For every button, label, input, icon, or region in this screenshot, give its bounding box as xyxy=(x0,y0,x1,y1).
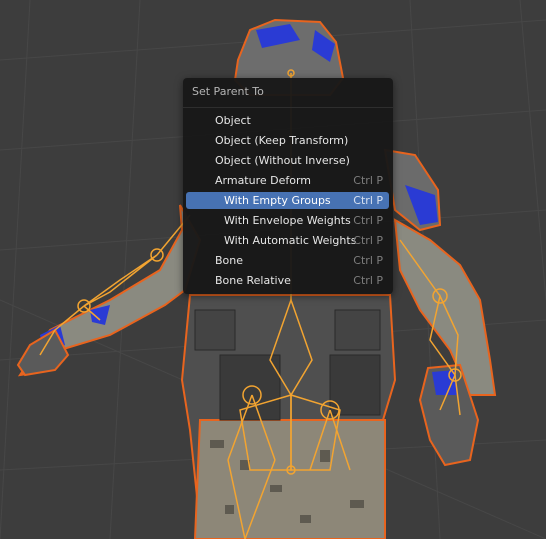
menu-item-label: Bone xyxy=(215,254,244,267)
menu-item-shortcut: Ctrl P xyxy=(353,194,383,207)
menu-item-with-envelope-weights[interactable]: With Envelope Weights Ctrl P xyxy=(186,212,389,229)
menu-item-label: Bone Relative xyxy=(215,274,291,287)
menu-item-bone-relative[interactable]: Bone Relative Ctrl P xyxy=(186,272,389,289)
menu-item-bone[interactable]: Bone Ctrl P xyxy=(186,252,389,269)
menu-item-label: Object xyxy=(215,114,251,127)
vest-pouch xyxy=(334,309,381,351)
menu-item-object-keep-transform[interactable]: Object (Keep Transform) xyxy=(186,132,389,149)
menu-item-label: With Automatic Weights xyxy=(224,234,357,247)
menu-item-shortcut: Ctrl P xyxy=(353,234,383,247)
camo-pants[interactable] xyxy=(193,419,386,539)
menu-item-label: With Envelope Weights xyxy=(224,214,351,227)
menu-item-shortcut: Ctrl P xyxy=(353,254,383,267)
menu-item-label: Armature Deform xyxy=(215,174,312,187)
menu-item-shortcut: Ctrl P xyxy=(353,274,383,287)
menu-item-label: With Empty Groups xyxy=(224,194,331,207)
menu-item-with-automatic-weights[interactable]: With Automatic Weights Ctrl P xyxy=(186,232,389,249)
3d-viewport[interactable]: Set Parent To Object Object (Keep Transf… xyxy=(0,0,546,539)
menu-item-object[interactable]: Object xyxy=(186,112,389,129)
menu-item-armature-deform[interactable]: Armature Deform Ctrl P xyxy=(186,172,389,189)
menu-item-label: Object (Without Inverse) xyxy=(215,154,350,167)
menu-item-with-empty-groups[interactable]: With Empty Groups Ctrl P xyxy=(186,192,389,209)
menu-item-object-without-inverse[interactable]: Object (Without Inverse) xyxy=(186,152,389,169)
vest-pouch xyxy=(194,309,236,351)
menu-separator xyxy=(183,107,393,108)
menu-item-shortcut: Ctrl P xyxy=(353,214,383,227)
menu-item-label: Object (Keep Transform) xyxy=(215,134,349,147)
menu-item-shortcut: Ctrl P xyxy=(353,174,383,187)
vest-pouch xyxy=(219,354,281,421)
menu-title: Set Parent To xyxy=(192,85,264,98)
set-parent-menu: Set Parent To Object Object (Keep Transf… xyxy=(183,78,393,294)
